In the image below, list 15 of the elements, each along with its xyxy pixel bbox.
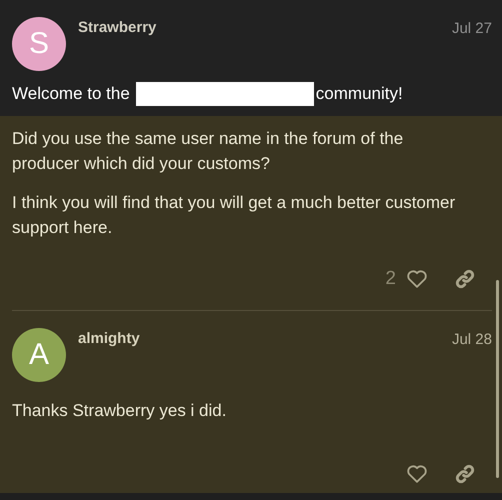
link-icon[interactable] (454, 463, 476, 485)
heart-icon[interactable] (406, 268, 428, 290)
link-icon[interactable] (454, 268, 476, 290)
scrollbar[interactable] (496, 280, 499, 478)
like-count: 2 (385, 268, 396, 290)
heart-icon[interactable] (406, 463, 428, 485)
post-date: Jul 27 (452, 20, 492, 37)
post-text: Thanks Strawberry yes i did. (12, 400, 228, 422)
post-text: I think you will find that you will get a much better customer support here. (12, 192, 456, 239)
username[interactable]: almighty (78, 330, 140, 347)
post-date: Jul 28 (452, 331, 492, 348)
username[interactable]: Strawberry (78, 19, 156, 36)
intro-text: community! (316, 84, 403, 104)
intro-text: Welcome to the (12, 84, 130, 104)
post-text: Did you use the same user name in the forum of the producer which did your customs? (12, 128, 404, 175)
